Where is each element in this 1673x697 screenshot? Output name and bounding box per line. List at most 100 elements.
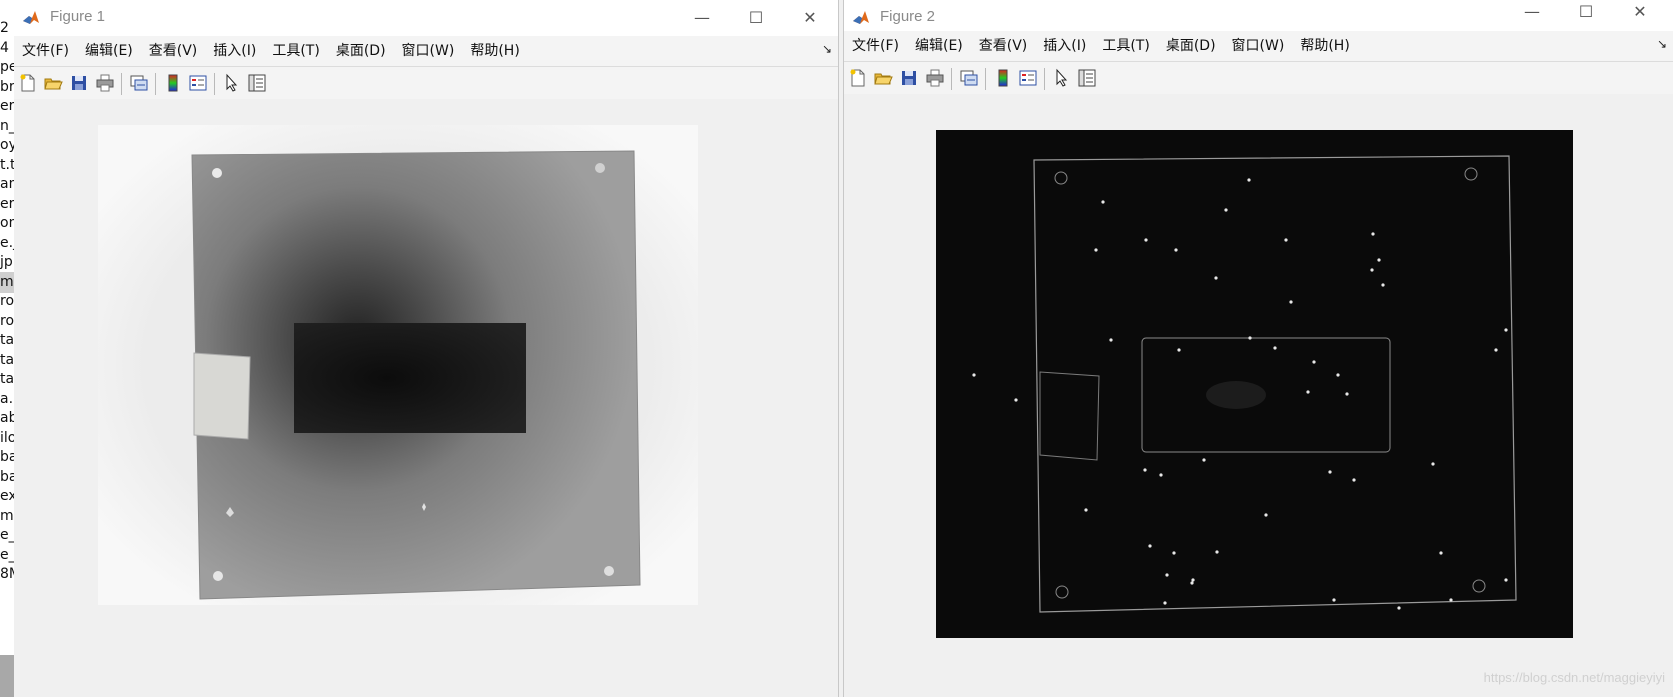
- link-plot-icon[interactable]: [959, 68, 979, 88]
- speckle-dot: [1247, 178, 1251, 182]
- figure-1-window: Figure 1 — ☐ ✕ 文件(F) 编辑(E) 查看(V) 插入(I) 工具(T)…: [14, 0, 839, 697]
- speckle-dot: [1370, 268, 1374, 272]
- menu-view[interactable]: 查看(V): [149, 36, 198, 66]
- file-list-item[interactable]: om: [0, 213, 14, 234]
- speckle-dot: [1163, 601, 1167, 605]
- colorbar-icon[interactable]: [993, 68, 1013, 88]
- file-list-item[interactable]: era: [0, 96, 14, 117]
- file-list-item[interactable]: ta.: [0, 350, 14, 371]
- speckle-dot: [1504, 328, 1508, 332]
- file-list-item[interactable]: m: [0, 271, 14, 293]
- speckle-dot: [1177, 348, 1181, 352]
- speckle-dot: [1336, 373, 1340, 377]
- menu-file[interactable]: 文件(F): [852, 31, 899, 61]
- menu-view[interactable]: 查看(V): [979, 31, 1028, 61]
- menu-insert[interactable]: 插入(I): [213, 36, 256, 66]
- file-list-item[interactable]: e.j: [0, 233, 14, 254]
- open-file-icon[interactable]: [873, 68, 893, 88]
- file-list-item[interactable]: 2: [0, 18, 9, 39]
- window-title: Figure 2: [880, 8, 936, 25]
- file-list-item[interactable]: pe: [0, 57, 14, 78]
- speckle-dot: [1215, 550, 1219, 554]
- menu-insert[interactable]: 插入(I): [1043, 31, 1086, 61]
- file-list-item[interactable]: am: [0, 174, 14, 195]
- file-list-item[interactable]: n_a: [0, 116, 14, 137]
- print-icon[interactable]: [95, 73, 115, 93]
- file-list-item[interactable]: e_: [0, 525, 14, 546]
- file-list-item[interactable]: 4: [0, 38, 9, 59]
- toolbar-dock-arrow-icon[interactable]: ↘: [822, 42, 832, 56]
- file-list-item[interactable]: ba: [0, 447, 14, 468]
- toolbar-separator: [121, 73, 122, 95]
- toolbar-dock-arrow-icon[interactable]: ↘: [1657, 37, 1667, 51]
- speckle-dot: [1377, 258, 1381, 262]
- file-list-item[interactable]: jp: [0, 252, 13, 273]
- speckle-dot: [1084, 508, 1088, 512]
- colorbar-icon[interactable]: [163, 73, 183, 93]
- new-figure-icon[interactable]: [848, 68, 868, 88]
- menu-tools[interactable]: 工具(T): [1102, 31, 1149, 61]
- legend-icon[interactable]: [188, 73, 208, 93]
- file-list-item[interactable]: oy: [0, 135, 14, 156]
- menu-edit[interactable]: 编辑(E): [85, 36, 133, 66]
- close-button[interactable]: ✕: [1628, 0, 1652, 24]
- menu-desktop[interactable]: 桌面(D): [1166, 31, 1216, 61]
- speckle-dot: [1273, 346, 1277, 350]
- file-list-item[interactable]: ro: [0, 291, 14, 312]
- file-list-item[interactable]: bri: [0, 77, 14, 98]
- new-figure-icon[interactable]: [18, 73, 38, 93]
- menu-help[interactable]: 帮助(H): [1300, 31, 1349, 61]
- menu-desktop[interactable]: 桌面(D): [336, 36, 386, 66]
- file-list-item[interactable]: a.b: [0, 389, 14, 410]
- minimize-button[interactable]: —: [1520, 0, 1544, 24]
- speckle-dot: [1214, 276, 1218, 280]
- file-list-item[interactable]: ilo: [0, 428, 14, 449]
- save-icon[interactable]: [69, 73, 89, 93]
- property-inspector-icon[interactable]: [1077, 68, 1097, 88]
- file-list-item[interactable]: e_: [0, 545, 14, 566]
- file-list-item[interactable]: ex: [0, 486, 14, 507]
- speckle-dot: [1224, 208, 1228, 212]
- menu-window[interactable]: 窗口(W): [1232, 31, 1285, 61]
- speckle-dot: [1284, 238, 1288, 242]
- speckle-dot: [1332, 598, 1336, 602]
- file-list-item[interactable]: ab: [0, 408, 14, 429]
- save-icon[interactable]: [899, 68, 919, 88]
- maximize-button[interactable]: ☐: [744, 6, 768, 30]
- speckle-dot: [1144, 238, 1148, 242]
- legend-icon[interactable]: [1018, 68, 1038, 88]
- close-button[interactable]: ✕: [798, 6, 822, 30]
- link-plot-icon[interactable]: [129, 73, 149, 93]
- edit-plot-arrow-icon[interactable]: [1052, 68, 1072, 88]
- speckle-dot: [1109, 338, 1113, 342]
- matlab-logo-icon: [852, 9, 870, 27]
- file-list-item[interactable]: ro: [0, 311, 14, 332]
- figure-2-window: Figure 2 — ☐ ✕ 文件(F) 编辑(E) 查看(V) 插入(I) 工具(T)…: [843, 0, 1673, 697]
- file-list-item[interactable]: er.: [0, 194, 14, 215]
- print-icon[interactable]: [925, 68, 945, 88]
- open-file-icon[interactable]: [43, 73, 63, 93]
- figure-2-menubar: 文件(F) 编辑(E) 查看(V) 插入(I) 工具(T) 桌面(D) 窗口(W) 帮助(H)…: [844, 31, 1673, 61]
- speckle-dot: [1397, 606, 1401, 610]
- edit-plot-arrow-icon[interactable]: [222, 73, 242, 93]
- menu-tools[interactable]: 工具(T): [272, 36, 319, 66]
- file-list-item[interactable]: ta_: [0, 369, 14, 390]
- background-file-list: 24pebrieran_aoyt.tamer.ome.jjpmrorota.ta…: [0, 0, 15, 697]
- menu-file[interactable]: 文件(F): [22, 36, 69, 66]
- file-list-item[interactable]: ba: [0, 467, 14, 488]
- property-inspector-icon[interactable]: [247, 73, 267, 93]
- scrollbar[interactable]: [0, 655, 14, 697]
- file-list-item[interactable]: m: [0, 506, 14, 527]
- minimize-button[interactable]: —: [690, 6, 714, 30]
- figure-1-titlebar[interactable]: Figure 1 — ☐ ✕: [14, 0, 838, 36]
- file-list-item[interactable]: t.t: [0, 155, 14, 176]
- speckle-dot: [1504, 578, 1508, 582]
- toolbar-separator: [1044, 68, 1045, 90]
- maximize-button[interactable]: ☐: [1574, 0, 1598, 24]
- figure-1-toolbar: [14, 66, 838, 100]
- menu-help[interactable]: 帮助(H): [470, 36, 519, 66]
- menu-edit[interactable]: 编辑(E): [915, 31, 963, 61]
- menu-window[interactable]: 窗口(W): [402, 36, 455, 66]
- file-list-item[interactable]: ta.: [0, 330, 14, 351]
- file-list-item[interactable]: 8M: [0, 564, 14, 585]
